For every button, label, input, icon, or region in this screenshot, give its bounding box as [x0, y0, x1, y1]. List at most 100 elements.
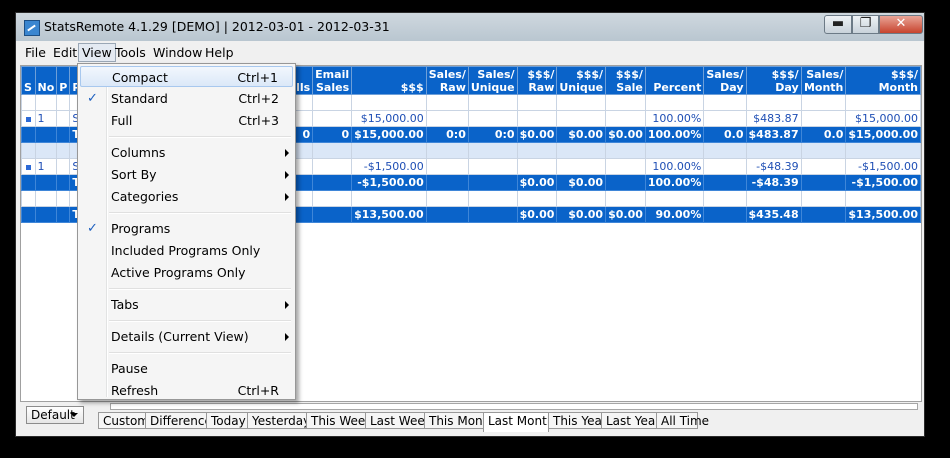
menu-item-label: Included Programs Only: [111, 243, 261, 258]
table-cell: [34, 94, 58, 111]
table-cell: [425, 158, 469, 175]
table-cell: [644, 190, 705, 207]
column-header[interactable]: $$$/Sale: [605, 66, 646, 95]
table-cell: [21, 206, 36, 223]
menu-item-refresh[interactable]: Refresh Ctrl+R: [80, 380, 293, 401]
table-cell: [745, 190, 802, 207]
horizontal-scrollbar[interactable]: [110, 403, 918, 410]
table-cell: [21, 94, 36, 111]
menu-item-label: Sort By: [111, 167, 157, 182]
table-cell: [556, 142, 607, 159]
table-cell: [21, 142, 36, 159]
checkmark-icon: ✓: [87, 221, 98, 236]
menu-separator: [109, 212, 291, 214]
table-cell: -$48.39: [745, 158, 802, 175]
column-header[interactable]: Sales/Day: [703, 66, 747, 95]
bottom-bar: Default Custom Difference Today Yesterday Th…: [20, 403, 922, 434]
table-cell: [605, 158, 646, 175]
menu-view[interactable]: View: [78, 43, 116, 62]
menu-window[interactable]: Window: [150, 44, 205, 61]
table-cell: 0: [312, 126, 353, 143]
menu-item-programs[interactable]: ✓ Programs: [80, 218, 293, 239]
table-cell: [21, 126, 36, 143]
menu-item-label: Tabs: [111, 297, 139, 312]
table-cell: [312, 174, 353, 191]
menu-item-columns[interactable]: Columns: [80, 142, 293, 163]
table-cell: [56, 190, 71, 207]
view-preset-dropdown[interactable]: Default: [26, 406, 84, 424]
table-cell: [56, 94, 71, 111]
menu-item-active-programs-only[interactable]: Active Programs Only: [80, 262, 293, 283]
column-header[interactable]: $$$/Day: [745, 66, 802, 95]
tab-last-year[interactable]: Last Year: [601, 412, 660, 429]
menu-shortcut: Ctrl+R: [237, 383, 279, 398]
tab-this-year[interactable]: This Year: [548, 412, 607, 429]
column-header[interactable]: $$$: [351, 66, 427, 95]
table-cell: -$48.39: [745, 174, 802, 191]
tab-this-week[interactable]: This Week: [306, 412, 372, 429]
table-cell: [56, 206, 71, 223]
table-cell: [516, 158, 558, 175]
table-cell: [34, 174, 58, 191]
column-header[interactable]: Sales/Raw: [425, 66, 469, 95]
column-header[interactable]: $$$/Raw: [516, 66, 558, 95]
table-cell: 100.00%: [644, 158, 705, 175]
window-title: StatsRemote 4.1.29 [DEMO] | 2012-03-01 -…: [44, 19, 390, 34]
table-cell: [351, 94, 427, 111]
table-cell: $0.00: [556, 126, 607, 143]
menu-edit[interactable]: Edit: [50, 44, 80, 61]
column-header[interactable]: Sales/Unique: [467, 66, 518, 95]
title-bar: StatsRemote 4.1.29 [DEMO] | 2012-03-01 -…: [16, 13, 924, 41]
menu-item-pause[interactable]: Pause: [80, 358, 293, 379]
table-cell: 1: [34, 110, 58, 127]
chevron-down-icon: [70, 413, 78, 417]
menu-item-compact[interactable]: Compact Ctrl+1: [80, 66, 293, 87]
column-header[interactable]: S: [21, 66, 36, 95]
column-header[interactable]: $$$/Month: [845, 66, 921, 95]
maximize-button[interactable]: ❐: [852, 15, 879, 34]
column-header[interactable]: Percent: [644, 66, 705, 95]
menu-item-label: Full: [111, 113, 133, 128]
column-header[interactable]: Email Sales: [312, 66, 353, 95]
tab-custom[interactable]: Custom: [98, 412, 149, 429]
table-cell: -$1,500.00: [845, 174, 921, 191]
tab-this-month[interactable]: This Month: [424, 412, 495, 429]
minimize-button[interactable]: ▬: [824, 15, 852, 34]
table-cell: $13,500.00: [351, 206, 427, 223]
menu-tools[interactable]: Tools: [112, 44, 149, 61]
table-cell: 100.00%: [644, 174, 705, 191]
tab-difference[interactable]: Difference: [145, 412, 212, 429]
table-cell: $15,000.00: [845, 110, 921, 127]
tab-last-month[interactable]: Last Month: [483, 412, 554, 432]
column-header[interactable]: P: [56, 66, 71, 95]
dropdown-value: Default: [31, 408, 75, 422]
column-header[interactable]: $$$/Unique: [556, 66, 607, 95]
tab-today[interactable]: Today: [206, 412, 248, 429]
menu-separator: [109, 136, 291, 138]
table-cell: [556, 94, 607, 111]
column-header[interactable]: Sales/Month: [800, 66, 847, 95]
table-cell: [351, 190, 427, 207]
table-cell: $483.87: [745, 110, 802, 127]
tab-last-week[interactable]: Last Week: [365, 412, 432, 429]
table-cell: [467, 190, 518, 207]
table-cell: [703, 142, 747, 159]
menu-help[interactable]: Help: [202, 44, 237, 61]
menu-file[interactable]: File: [22, 44, 49, 61]
column-header[interactable]: No: [34, 66, 58, 95]
submenu-arrow-icon: [285, 333, 289, 341]
menu-item-sort-by[interactable]: Sort By: [80, 164, 293, 185]
menu-item-categories[interactable]: Categories: [80, 186, 293, 207]
menu-item-full[interactable]: Full Ctrl+3: [80, 110, 293, 131]
table-cell: $13,500.00: [845, 206, 921, 223]
close-button[interactable]: ✕: [879, 15, 923, 34]
menu-item-label: Active Programs Only: [111, 265, 246, 280]
tab-all-time[interactable]: All Time: [656, 412, 709, 429]
menu-item-included-programs-only[interactable]: Included Programs Only: [80, 240, 293, 261]
tab-yesterday[interactable]: Yesterday: [247, 412, 310, 429]
menu-item-standard[interactable]: ✓ Standard Ctrl+2: [80, 88, 293, 109]
submenu-arrow-icon: [285, 149, 289, 157]
menu-item-tabs[interactable]: Tabs: [80, 294, 293, 315]
table-cell: [800, 142, 847, 159]
menu-item-details-current-view[interactable]: Details (Current View): [80, 326, 293, 347]
